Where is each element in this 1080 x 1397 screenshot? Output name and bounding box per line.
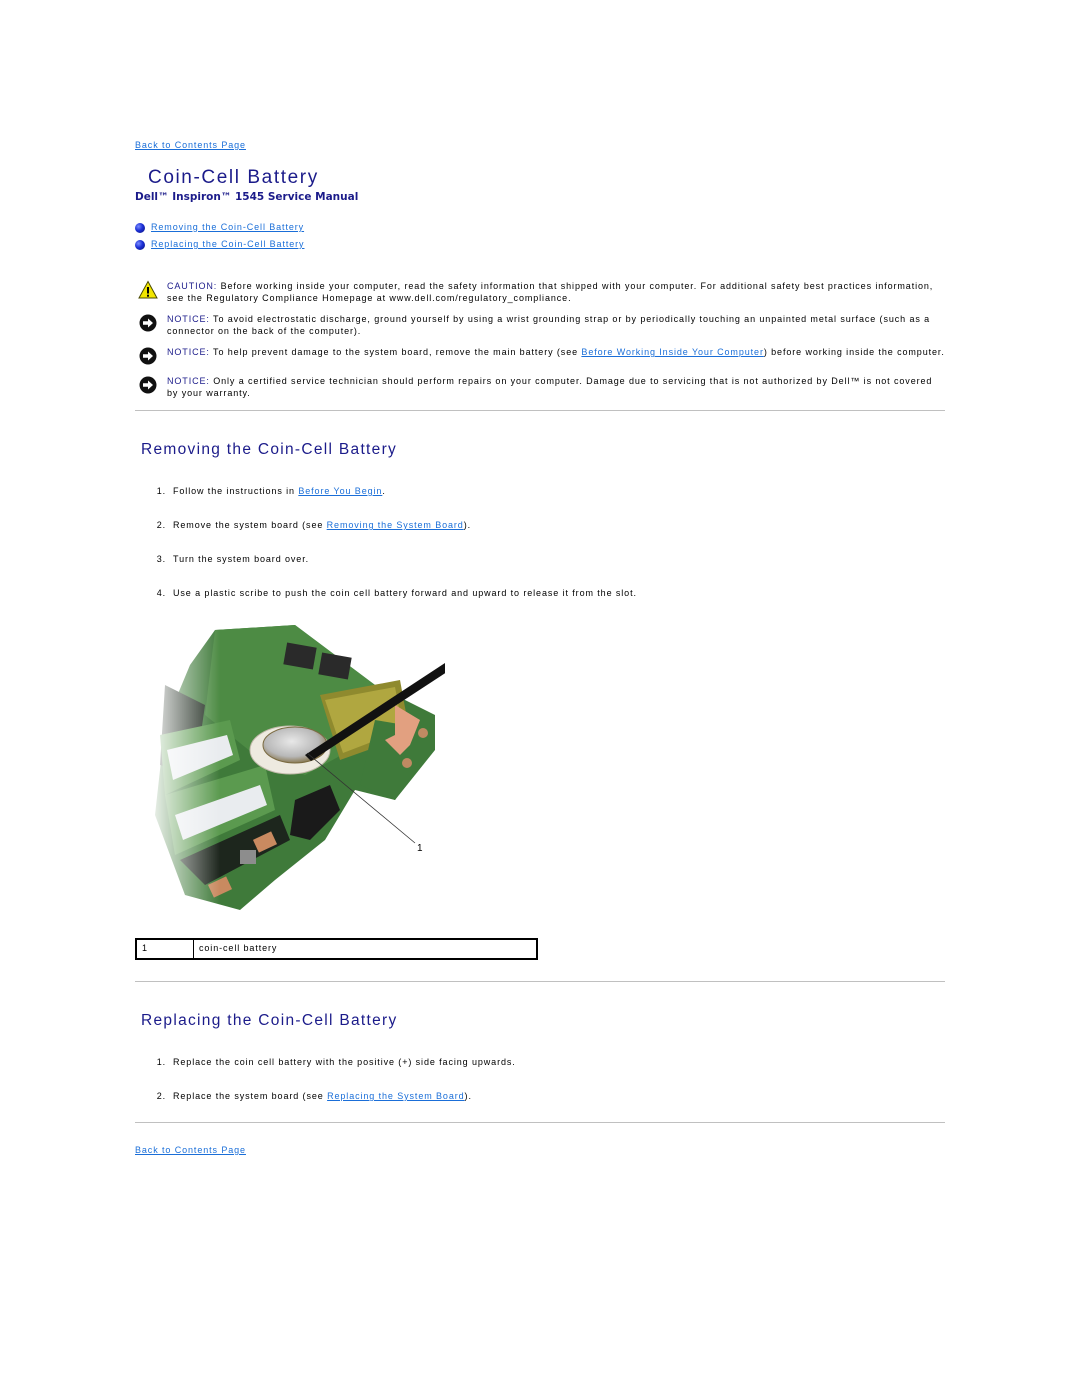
blue-bullet-icon <box>135 222 145 233</box>
toc-item-removing: Removing the Coin-Cell Battery <box>135 219 304 236</box>
warning-triangle-icon <box>138 280 158 299</box>
removing-step: 3. Turn the system board over. <box>156 554 310 564</box>
notice-arrow-icon <box>139 347 157 365</box>
safety-notices: CAUTION: Before working inside your comp… <box>135 280 945 408</box>
table-row: 1 coin-cell battery <box>135 938 538 960</box>
removing-step: 1. Follow the instructions in Before You… <box>156 486 386 496</box>
before-you-begin-link[interactable]: Before You Begin <box>298 486 382 496</box>
removing-step: 2. Remove the system board (see Removing… <box>156 520 472 530</box>
notice-text: To help prevent damage to the system boa… <box>209 347 582 357</box>
caution-notice: CAUTION: Before working inside your comp… <box>135 280 945 304</box>
removing-system-board-link[interactable]: Removing the System Board <box>327 520 464 530</box>
notice-label: NOTICE: <box>167 347 210 357</box>
back-to-contents-link-top[interactable]: Back to Contents Page <box>135 140 246 152</box>
toc-link-removing[interactable]: Removing the Coin-Cell Battery <box>151 222 304 234</box>
notice-esd: NOTICE: To avoid electrostatic discharge… <box>135 313 945 337</box>
table-of-contents: Removing the Coin-Cell Battery Replacing… <box>135 219 304 253</box>
callout-table: 1 coin-cell battery <box>135 938 538 960</box>
notice-text: To avoid electrostatic discharge, ground… <box>167 314 931 336</box>
callout-number: 1 <box>417 843 423 854</box>
notice-label: NOTICE: <box>167 376 210 386</box>
manual-title: Dell™ Inspiron™ 1545 Service Manual <box>135 191 359 203</box>
caution-text: Before working inside your computer, rea… <box>167 281 934 303</box>
replacing-step: 2. Replace the system board (see Replaci… <box>156 1091 472 1101</box>
system-board-illustration <box>145 625 445 915</box>
back-to-contents-link-bottom[interactable]: Back to Contents Page <box>135 1145 246 1157</box>
removing-steps-list: 1. Follow the instructions in Before You… <box>135 486 945 622</box>
blue-bullet-icon <box>135 239 145 250</box>
notice-text: Only a certified service technician shou… <box>167 376 933 398</box>
notice-arrow-icon <box>139 376 157 394</box>
coin-cell-battery-figure: 1 <box>145 625 445 915</box>
caution-label: CAUTION: <box>167 281 218 291</box>
replacing-section-heading: Replacing the Coin-Cell Battery <box>141 1012 398 1029</box>
section-divider <box>135 981 945 982</box>
removing-section-heading: Removing the Coin-Cell Battery <box>141 441 398 458</box>
notice-main-battery: NOTICE: To help prevent damage to the sy… <box>135 346 945 366</box>
notice-arrow-icon <box>139 314 157 332</box>
replacing-step: 1. Replace the coin cell battery with th… <box>156 1057 516 1067</box>
toc-link-replacing[interactable]: Replacing the Coin-Cell Battery <box>151 239 304 251</box>
notice-certified-technician: NOTICE: Only a certified service technic… <box>135 375 945 399</box>
section-divider <box>135 1122 945 1123</box>
callout-number-cell: 1 <box>135 938 194 960</box>
notice-text-after: ) before working inside the computer. <box>763 347 945 357</box>
replacing-system-board-link[interactable]: Replacing the System Board <box>327 1091 464 1101</box>
page-title: Coin-Cell Battery <box>148 167 319 188</box>
notice-label: NOTICE: <box>167 314 210 324</box>
before-working-inside-link[interactable]: Before Working Inside Your Computer <box>581 347 763 357</box>
removing-step: 4. Use a plastic scribe to push the coin… <box>156 588 637 598</box>
section-divider <box>135 410 945 411</box>
replacing-steps-list: 1. Replace the coin cell battery with th… <box>135 1057 945 1125</box>
callout-label-cell: coin-cell battery <box>193 938 538 960</box>
toc-item-replacing: Replacing the Coin-Cell Battery <box>135 236 304 253</box>
